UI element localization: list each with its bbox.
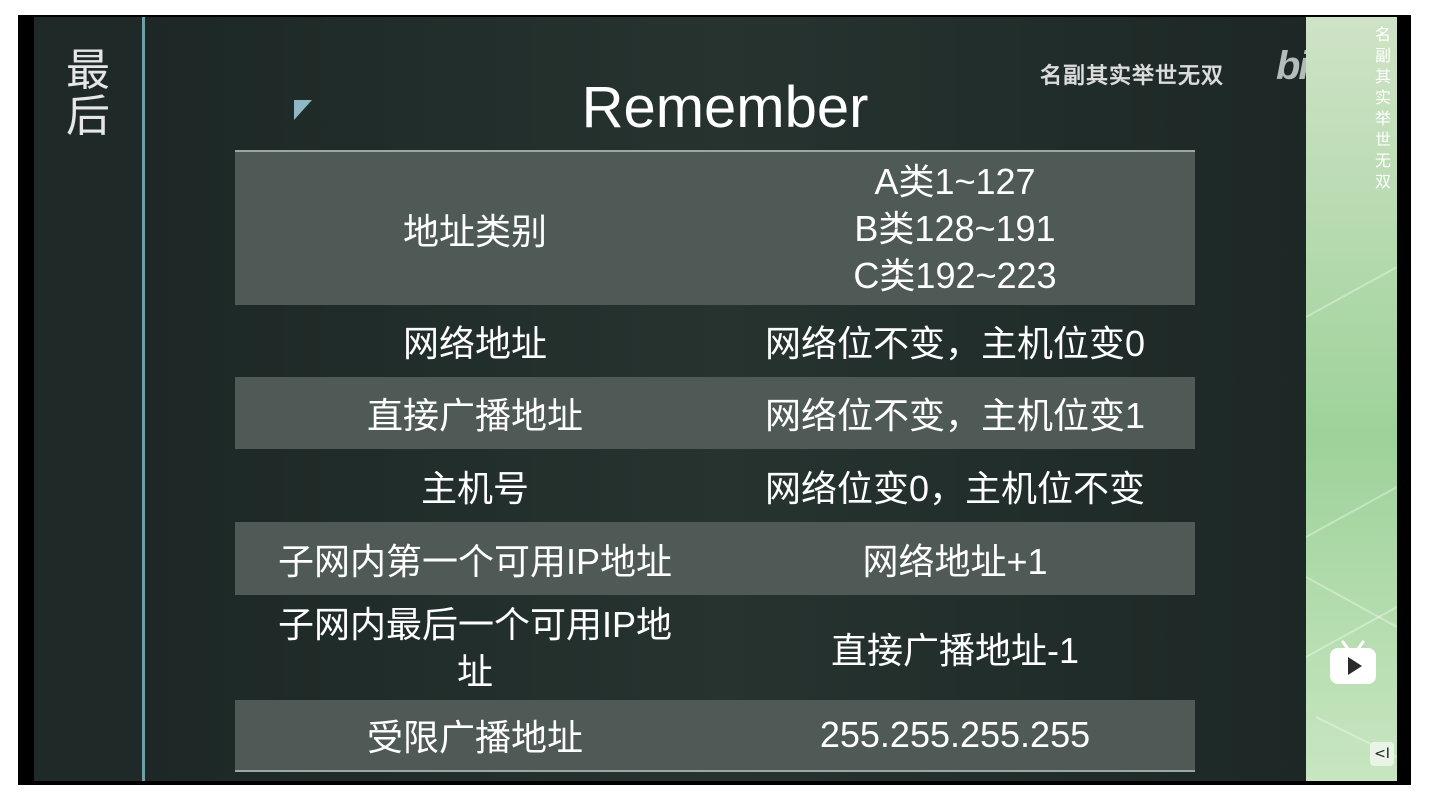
watermark-text: 名副其实举世无双 [1040, 64, 1225, 89]
table-row: 直接广播地址 网络位不变，主机位变1 [235, 377, 1195, 449]
table-row: 地址类别 A类1~127 B类128~191 C类192~223 [235, 150, 1195, 305]
triangle-marker-icon [294, 100, 312, 120]
row-label: 网络地址 [402, 323, 547, 364]
row-value: 网络位不变，主机位变1 [715, 377, 1195, 449]
table-row: 主机号 网络位变0，主机位不变 [235, 449, 1195, 522]
value-line: C类192~223 [853, 255, 1057, 296]
row-value: 255.255.255.255 [715, 700, 1195, 772]
table-row: 子网内最后一个可用IP地 址 直接广播地址-1 [235, 595, 1195, 700]
row-label: 主机号 [420, 467, 529, 509]
vertical-watermark: 名副其实举世无双 [1374, 25, 1391, 191]
row-label: 子网内第一个可用IP地址 [235, 522, 715, 595]
label-line: 址 [456, 650, 493, 692]
table-row: 网络地址 网络位不变，主机位变0 [235, 305, 1195, 377]
row-label: 直接广播地址 [235, 377, 715, 449]
bilibili-tv-icon[interactable] [1328, 640, 1378, 686]
row-value: 网络地址+1 [715, 522, 1195, 595]
row-label: 受限广播地址 [235, 700, 715, 772]
table-row: 子网内第一个可用IP地址 网络地址+1 [235, 522, 1195, 595]
slide-heading: Remember [581, 75, 869, 140]
summary-table: 地址类别 A类1~127 B类128~191 C类192~223 网络地址 网络… [235, 150, 1195, 772]
label-line: 子网内最后一个可用IP地 [277, 603, 672, 645]
value-line: A类1~127 [874, 161, 1036, 202]
row-value: A类1~127 B类128~191 C类192~223 [715, 150, 1195, 305]
row-label: 地址类别 [235, 150, 715, 305]
row-value: 网络位变0，主机位不变 [764, 467, 1146, 509]
side-title: 最后 [66, 45, 110, 142]
row-label: 子网内最后一个可用IP地 址 [235, 595, 715, 700]
value-line: B类128~191 [854, 208, 1056, 249]
row-value: 直接广播地址-1 [830, 629, 1079, 671]
table-row: 受限广播地址 255.255.255.255 [235, 700, 1195, 772]
row-value: 网络位不变，主机位变0 [764, 323, 1146, 364]
collapse-button[interactable]: <I [1370, 742, 1394, 766]
